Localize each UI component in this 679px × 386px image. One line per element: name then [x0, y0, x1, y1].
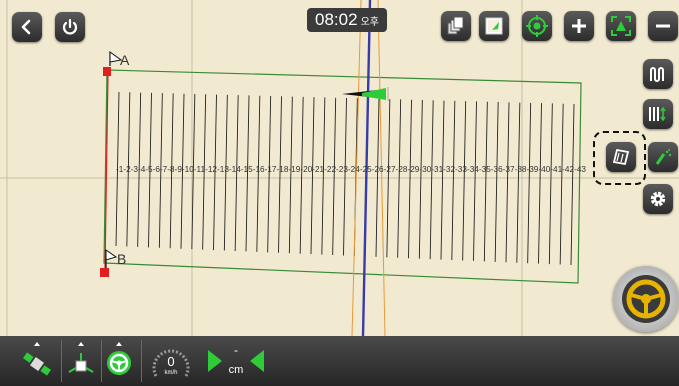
gnss-status-button[interactable] [18, 342, 56, 382]
swath-line [527, 102, 532, 264]
swath-line [505, 102, 510, 263]
fit-field-icon [611, 16, 631, 36]
field-boundary [103, 69, 582, 284]
vehicle-status-button[interactable] [62, 342, 100, 382]
settings-button[interactable] [643, 184, 673, 214]
expand-indicator-icon [116, 342, 122, 346]
swath-line [483, 101, 488, 262]
fit-field-button[interactable] [606, 11, 636, 41]
power-icon [62, 18, 78, 35]
spray-icon [655, 149, 672, 165]
swath-line [429, 100, 434, 260]
expand-indicator-icon [34, 342, 40, 346]
swath-line [494, 101, 499, 262]
steering-wheel-icon [107, 351, 131, 375]
swath-line [462, 101, 467, 261]
guidance-screen: -1-2-3-4-5-6-7-8-9-10-11-12-13-14-15-16-… [0, 0, 679, 386]
swath-line [516, 102, 521, 263]
vehicle-marker [342, 87, 389, 101]
selected-button-highlight [593, 131, 646, 185]
zoom-out-icon [656, 24, 670, 28]
satellite-icon [23, 352, 51, 376]
swath-line [548, 103, 553, 265]
field-map[interactable]: -1-2-3-4-5-6-7-8-9-10-11-12-13-14-15-16-… [0, 0, 679, 336]
spray-button[interactable] [648, 142, 678, 172]
swath-line [451, 100, 456, 261]
zoom-out-button[interactable] [648, 11, 678, 41]
back-icon [21, 19, 31, 35]
cross-track-unit: cm [228, 364, 244, 376]
swath-line [440, 100, 445, 260]
expand-indicator-icon [78, 342, 84, 346]
map-view-icon [485, 17, 503, 35]
clock-ampm: 오후 [360, 16, 379, 28]
speed-value: 0 [167, 354, 175, 369]
steering-wheel-icon [622, 275, 670, 323]
divider [141, 340, 142, 382]
swath-line [343, 97, 347, 256]
swath-line [538, 103, 542, 264]
zoom-in-icon [572, 19, 586, 33]
swath-pattern-icon [650, 67, 664, 82]
back-button[interactable] [12, 12, 42, 42]
swath-line [408, 99, 412, 259]
power-button[interactable] [55, 12, 85, 42]
point-a-label: A [120, 52, 130, 68]
swath-shift-icon [649, 106, 666, 122]
swath-line [332, 97, 337, 256]
zoom-in-button[interactable] [564, 11, 594, 41]
swath-line [473, 101, 477, 261]
layers-icon [447, 16, 464, 35]
swath-line [278, 96, 282, 253]
swath-numbers: -1-2-3-4-5-6-7-8-9-10-11-12-13-14-15-16-… [116, 164, 586, 174]
clock: 08:02 오후 [307, 8, 387, 32]
status-bar [0, 336, 679, 386]
gps-target-button[interactable] [522, 11, 552, 41]
point-a-marker [103, 51, 123, 76]
cross-track-value: - [234, 343, 238, 357]
swath-line [321, 97, 326, 255]
swath-line [299, 96, 304, 254]
swath-line [559, 103, 564, 265]
swath-line [267, 95, 272, 253]
map-view-button[interactable] [479, 11, 509, 41]
swath-pattern-button[interactable] [643, 59, 673, 89]
speed-unit: km/h [164, 370, 178, 376]
steering-status-button[interactable] [100, 342, 138, 382]
tractor-icon [68, 353, 94, 373]
cross-track-error: - cm [206, 340, 266, 384]
clock-time: 08:02 [315, 10, 358, 29]
swath-line [418, 99, 423, 259]
auto-steer-engage-button[interactable] [613, 266, 679, 332]
swath-line [397, 99, 402, 258]
gps-target-icon [526, 15, 548, 37]
swath-shift-button[interactable] [643, 99, 673, 129]
swath-line [570, 103, 575, 266]
speedometer: 0 km/h [150, 343, 192, 381]
layers-button[interactable] [441, 11, 471, 41]
point-b-label: B [117, 251, 126, 267]
swath-line [288, 96, 293, 254]
swath-line [310, 97, 315, 255]
settings-icon [650, 191, 666, 207]
